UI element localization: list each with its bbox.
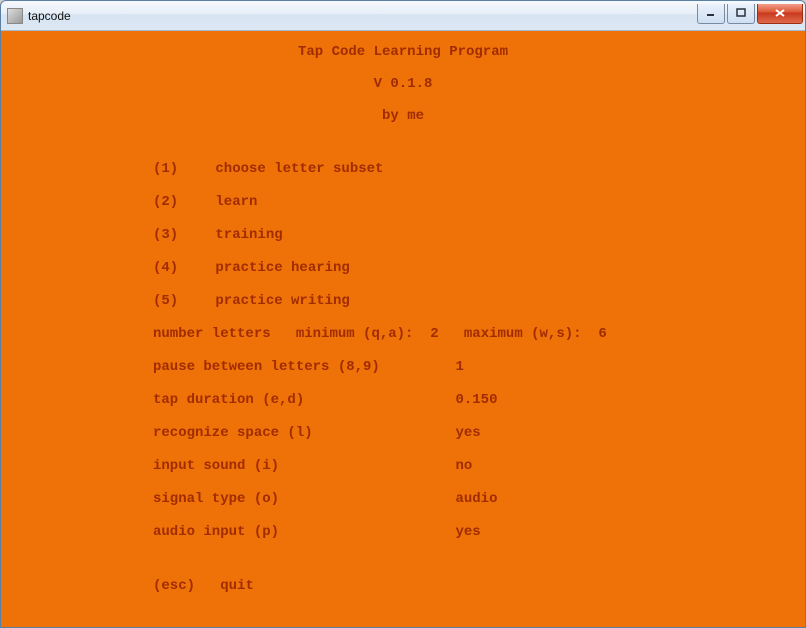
terminal-content: Tap Code Learning Program V 0.1.8 by me … xyxy=(1,31,805,627)
close-button[interactable] xyxy=(757,4,803,24)
menu-key: (4) xyxy=(153,260,207,276)
header-block: Tap Code Learning Program V 0.1.8 by me xyxy=(19,45,787,123)
menu-label: training xyxy=(215,227,282,243)
setting-audio-input[interactable]: audio input (p) yes xyxy=(153,524,787,540)
menu-key: (1) xyxy=(153,161,207,177)
program-author: by me xyxy=(19,109,787,123)
setting-min-value: 2 xyxy=(430,326,438,342)
menu-key: (2) xyxy=(153,194,207,210)
setting-label: input sound (i) xyxy=(153,458,279,474)
menu-item-5[interactable]: (5) practice writing xyxy=(153,293,787,309)
setting-label: pause between letters (8,9) xyxy=(153,359,380,375)
quit-key: (esc) xyxy=(153,578,195,594)
setting-max-value: 6 xyxy=(598,326,606,342)
setting-label: number letters xyxy=(153,326,271,342)
settings-block: number letters minimum (q,a): 2 maximum … xyxy=(153,326,787,540)
close-icon xyxy=(774,8,786,18)
setting-pause[interactable]: pause between letters (8,9) 1 xyxy=(153,359,787,375)
setting-recognize-space[interactable]: recognize space (l) yes xyxy=(153,425,787,441)
menu-item-1[interactable]: (1) choose letter subset xyxy=(153,161,787,177)
menu-label: practice hearing xyxy=(215,260,349,276)
menu-label: practice writing xyxy=(215,293,349,309)
menu-key: (5) xyxy=(153,293,207,309)
minimize-icon xyxy=(706,8,716,18)
setting-tap-duration[interactable]: tap duration (e,d) 0.150 xyxy=(153,392,787,408)
setting-signal-type[interactable]: signal type (o) audio xyxy=(153,491,787,507)
program-title: Tap Code Learning Program xyxy=(19,45,787,59)
quit-row[interactable]: (esc) quit xyxy=(153,578,787,594)
setting-min-label: minimum (q,a): xyxy=(296,326,414,342)
menu-key: (3) xyxy=(153,227,207,243)
setting-label: audio input (p) xyxy=(153,524,279,540)
setting-label: recognize space (l) xyxy=(153,425,313,441)
setting-number-letters[interactable]: number letters minimum (q,a): 2 maximum … xyxy=(153,326,787,342)
setting-value: no xyxy=(455,458,472,474)
menu-item-3[interactable]: (3) training xyxy=(153,227,787,243)
setting-input-sound[interactable]: input sound (i) no xyxy=(153,458,787,474)
menu-label: choose letter subset xyxy=(215,161,383,177)
maximize-button[interactable] xyxy=(727,4,755,24)
setting-value: 1 xyxy=(455,359,463,375)
setting-label: signal type (o) xyxy=(153,491,279,507)
titlebar[interactable]: tapcode xyxy=(1,1,805,31)
setting-label: tap duration (e,d) xyxy=(153,392,304,408)
setting-max-label: maximum (w,s): xyxy=(464,326,582,342)
setting-value: 0.150 xyxy=(455,392,497,408)
menu-block: (1) choose letter subset (2) learn (3) t… xyxy=(153,161,787,309)
app-window: tapcode Tap Code Learning Program V 0.1.… xyxy=(0,0,806,628)
window-title: tapcode xyxy=(28,9,697,23)
quit-label: quit xyxy=(220,578,254,594)
menu-item-2[interactable]: (2) learn xyxy=(153,194,787,210)
window-controls xyxy=(697,4,803,24)
menu-label: learn xyxy=(215,194,257,210)
setting-value: yes xyxy=(455,425,480,441)
program-version: V 0.1.8 xyxy=(19,77,787,91)
app-icon xyxy=(7,8,23,24)
maximize-icon xyxy=(736,8,746,18)
minimize-button[interactable] xyxy=(697,4,725,24)
menu-item-4[interactable]: (4) practice hearing xyxy=(153,260,787,276)
setting-value: yes xyxy=(455,524,480,540)
setting-value: audio xyxy=(455,491,497,507)
